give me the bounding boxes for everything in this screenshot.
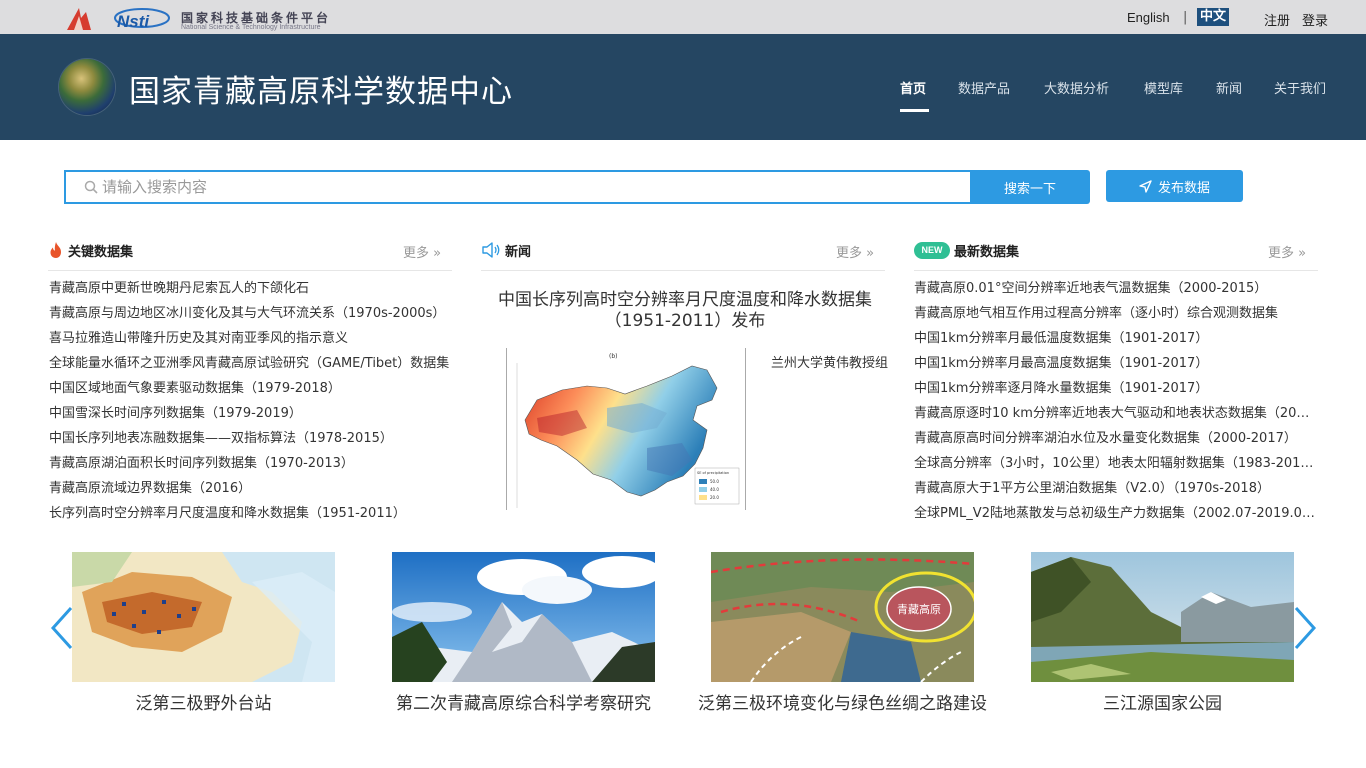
map-legend-value: 40.0 xyxy=(710,487,719,492)
new-dataset-item[interactable]: 中国1km分辨率逐月降水量数据集（1901-2017） xyxy=(914,380,1316,398)
key-dataset-item[interactable]: 青藏高原中更新世晚期丹尼索瓦人的下颌化石 xyxy=(49,280,453,298)
nav-home[interactable]: 首页 xyxy=(900,78,926,97)
new-dataset-item[interactable]: 青藏高原地气相互作用过程高分辨率（逐小时）综合观测数据集 xyxy=(914,305,1316,323)
send-icon xyxy=(1139,179,1152,193)
news-precipitation-map-image[interactable]: (b) SE of precipitation 50.0 40.0 20.0 xyxy=(506,348,746,510)
precipitation-map: (b) SE of precipitation 50.0 40.0 20.0 xyxy=(516,353,740,508)
language-english-link[interactable]: English xyxy=(1127,10,1170,25)
platform-logo-icon[interactable] xyxy=(64,6,94,32)
search-icon xyxy=(84,180,98,194)
field-station-map xyxy=(72,552,335,682)
slide-image-field-stations[interactable] xyxy=(72,552,335,682)
key-dataset-item[interactable]: 中国雪深长时间序列数据集（1979-2019） xyxy=(49,405,453,423)
news-more-link[interactable]: 更多 » xyxy=(836,242,874,261)
new-dataset-item[interactable]: 青藏高原大于1平方公里湖泊数据集（V2.0）（1970s-2018） xyxy=(914,480,1316,498)
slide-caption[interactable]: 三江源国家公园 xyxy=(1031,689,1294,714)
login-link[interactable]: 登录 xyxy=(1302,10,1328,29)
language-chinese-link[interactable]: 中文 xyxy=(1197,8,1230,26)
register-link[interactable]: 注册 xyxy=(1264,10,1290,29)
key-dataset-item[interactable]: 青藏高原湖泊面积长时间序列数据集（1970-2013） xyxy=(49,455,453,473)
double-chevron-right-icon: » xyxy=(433,246,442,261)
double-chevron-right-icon: » xyxy=(866,246,875,261)
nav-data-products[interactable]: 数据产品 xyxy=(958,78,1010,97)
new-datasets-title: 最新数据集 xyxy=(954,244,1020,260)
new-datasets-header: NEW 最新数据集 xyxy=(914,240,1019,260)
site-title[interactable]: 国家青藏高原科学数据中心 xyxy=(129,66,513,111)
key-dataset-item[interactable]: 青藏高原与周边地区冰川变化及其与大气环流关系（1970s-2000s） xyxy=(49,305,453,323)
search-box xyxy=(64,170,972,204)
slide-image-plateau-expedition[interactable] xyxy=(392,552,655,682)
sanjiangyuan-landscape-photo xyxy=(1031,552,1294,682)
map-legend-value: 50.0 xyxy=(710,479,719,484)
divider xyxy=(481,270,885,271)
search-button[interactable]: 搜索一下 xyxy=(970,170,1090,204)
divider xyxy=(914,270,1318,271)
site-header: 国家青藏高原科学数据中心 首页 数据产品 大数据分析 模型库 新闻 关于我们 xyxy=(0,34,1366,140)
silk-road-map: 青藏高原 xyxy=(711,552,974,682)
new-dataset-item[interactable]: 中国1km分辨率月最高温度数据集（1901-2017） xyxy=(914,355,1316,373)
nsti-logo-text: Nsti xyxy=(117,12,150,31)
new-dataset-item[interactable]: 中国1km分辨率月最低温度数据集（1901-2017） xyxy=(914,330,1316,348)
nav-news[interactable]: 新闻 xyxy=(1216,78,1242,97)
map-legend-title: SE of precipitation xyxy=(697,471,729,475)
slide-image-silk-road[interactable]: 青藏高原 xyxy=(711,552,974,682)
publish-data-button[interactable]: 发布数据 xyxy=(1106,170,1243,202)
slide-caption[interactable]: 泛第三极野外台站 xyxy=(72,689,335,714)
key-dataset-item[interactable]: 喜马拉雅造山带隆升历史及其对南亚季风的指示意义 xyxy=(49,330,453,348)
nav-about-us[interactable]: 关于我们 xyxy=(1274,78,1326,97)
key-datasets-more-link[interactable]: 更多 » xyxy=(403,242,441,261)
new-dataset-item[interactable]: 青藏高原逐时10 km分辨率近地表大气驱动和地表状态数据集（2000-2010） xyxy=(914,405,1316,423)
key-dataset-item[interactable]: 青藏高原流域边界数据集（2016） xyxy=(49,480,453,498)
slide-caption[interactable]: 第二次青藏高原综合科学考察研究 xyxy=(382,689,665,714)
news-header: 新闻 xyxy=(481,240,531,260)
speaker-icon xyxy=(482,242,500,258)
new-datasets-more-link[interactable]: 更多 » xyxy=(1268,242,1306,261)
top-bar: Nsti 国家科技基础条件平台 National Science & Techn… xyxy=(0,0,1366,34)
slide-image-sanjiangyuan-park[interactable] xyxy=(1031,552,1294,682)
news-more-label: 更多 xyxy=(836,246,863,261)
carousel-next-arrow-icon[interactable] xyxy=(1292,604,1320,652)
language-separator: | xyxy=(1183,10,1188,25)
new-dataset-item[interactable]: 青藏高原0.01°空间分辨率近地表气温数据集（2000-2015） xyxy=(914,280,1316,298)
search-input[interactable] xyxy=(102,172,962,202)
key-dataset-item[interactable]: 中国区域地面气象要素驱动数据集（1979-2018） xyxy=(49,380,453,398)
search-button-label: 搜索一下 xyxy=(1003,181,1056,197)
platform-name-en: National Science & Technology Infrastruc… xyxy=(181,24,321,31)
new-dataset-item[interactable]: 全球高分辨率（3小时，10公里）地表太阳辐射数据集（1983-2018） xyxy=(914,455,1316,473)
snow-mountain-photo xyxy=(392,552,655,682)
globe-logo-icon[interactable] xyxy=(59,59,115,115)
map-region-label: 青藏高原 xyxy=(897,602,941,616)
nav-active-indicator xyxy=(900,109,929,112)
key-dataset-item[interactable]: 中国长序列地表冻融数据集——双指标算法（1978-2015） xyxy=(49,430,453,448)
slide-caption[interactable]: 泛第三极环境变化与绿色丝绸之路建设 xyxy=(680,689,1005,714)
new-dataset-item[interactable]: 青藏高原高时间分辨率湖泊水位及水量变化数据集（2000-2017） xyxy=(914,430,1316,448)
map-panel-label: (b) xyxy=(609,353,618,360)
publish-data-label: 发布数据 xyxy=(1157,180,1210,196)
key-datasets-title: 关键数据集 xyxy=(68,244,134,260)
nav-model-library[interactable]: 模型库 xyxy=(1144,78,1183,97)
map-legend-value: 20.0 xyxy=(710,495,719,500)
double-chevron-right-icon: » xyxy=(1298,246,1307,261)
news-caption: 兰州大学黄伟教授组 xyxy=(771,356,889,371)
key-dataset-item[interactable]: 全球能量水循环之亚洲季风青藏高原试验研究（GAME/Tibet）数据集 xyxy=(49,355,453,373)
news-headline[interactable]: 中国长序列高时空分辨率月尺度温度和降水数据集（1951-2011）发布 xyxy=(480,290,890,332)
key-dataset-item[interactable]: 长序列高时空分辨率月尺度温度和降水数据集（1951-2011） xyxy=(49,505,453,523)
news-title: 新闻 xyxy=(505,244,532,260)
new-badge: NEW xyxy=(914,241,950,259)
divider xyxy=(48,270,452,271)
new-datasets-more-label: 更多 xyxy=(1268,246,1295,261)
carousel-prev-arrow-icon[interactable] xyxy=(47,604,75,652)
new-dataset-item[interactable]: 全球PML_V2陆地蒸散发与总初级生产力数据集（2002.07-2019.08） xyxy=(914,505,1316,523)
nsti-logo-icon[interactable]: Nsti xyxy=(114,6,178,32)
nav-big-data-analysis[interactable]: 大数据分析 xyxy=(1044,78,1109,97)
key-datasets-header: 关键数据集 xyxy=(48,240,133,260)
fire-icon xyxy=(50,242,61,258)
key-datasets-more-label: 更多 xyxy=(403,246,430,261)
